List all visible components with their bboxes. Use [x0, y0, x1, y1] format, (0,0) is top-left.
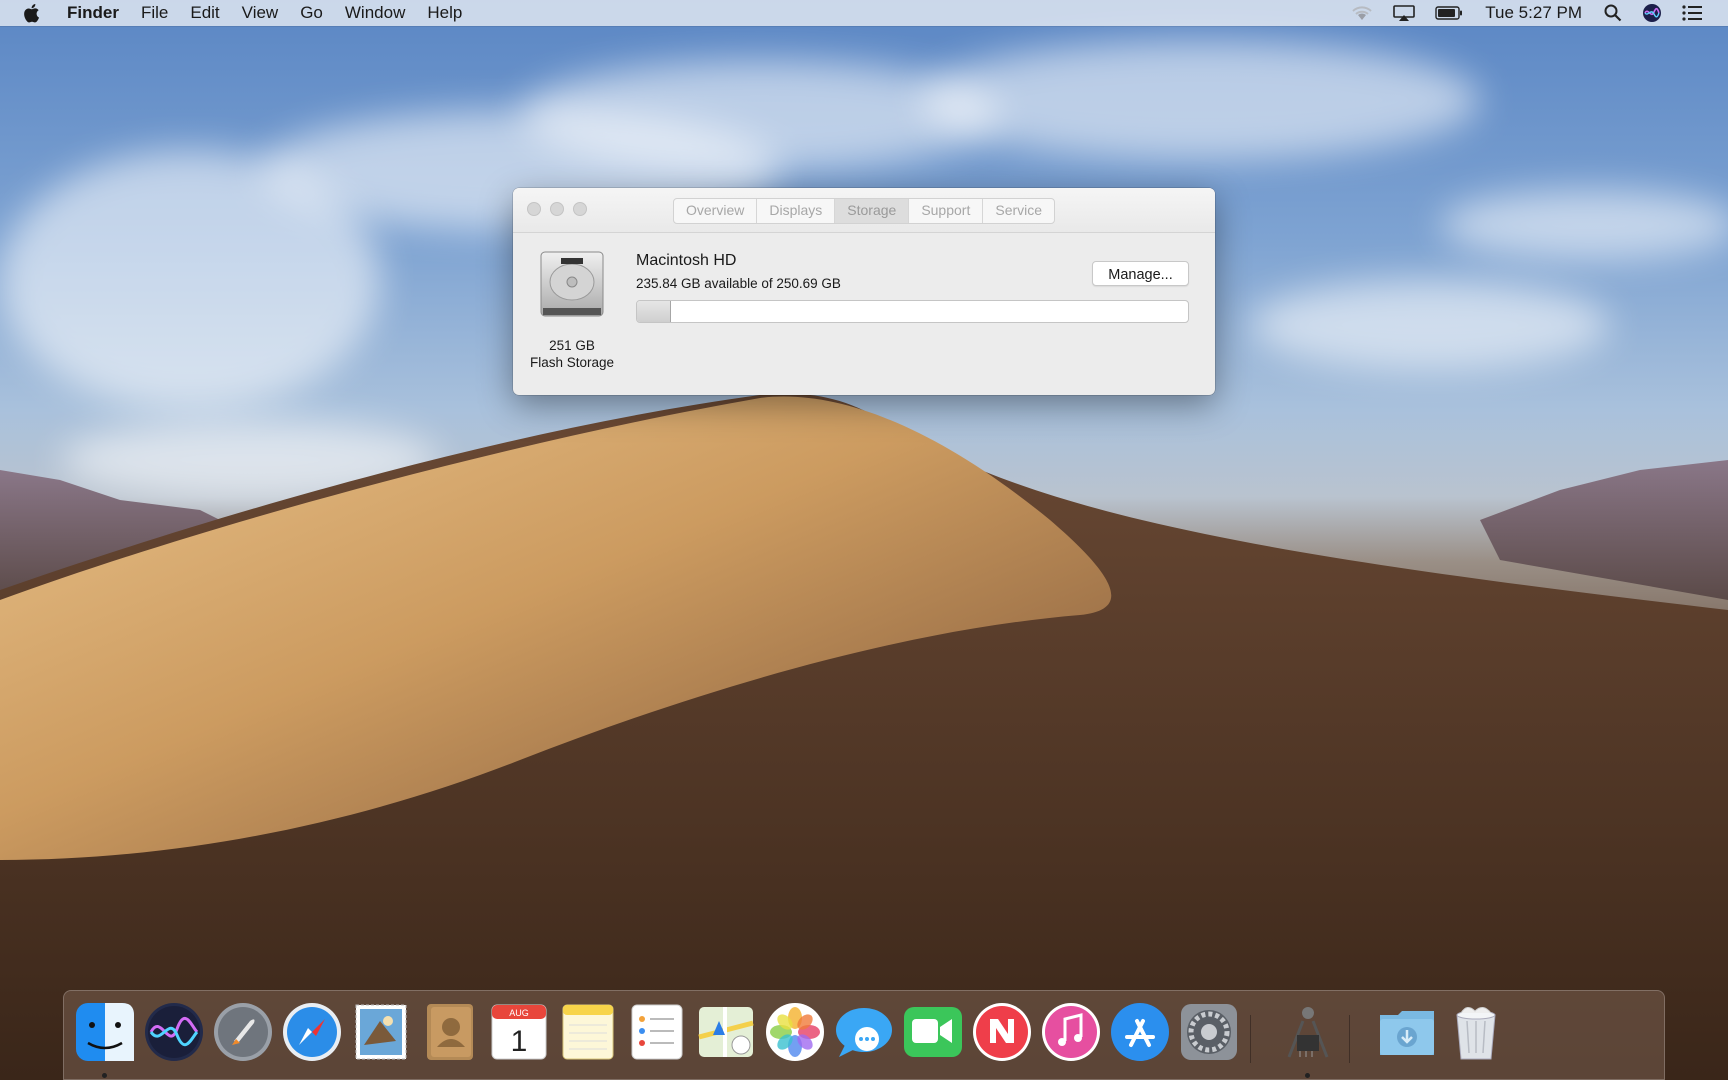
news-icon[interactable]	[971, 1001, 1033, 1063]
dock: AUG 1	[63, 990, 1665, 1080]
messages-icon[interactable]	[833, 1001, 895, 1063]
notification-center-icon[interactable]	[1682, 5, 1702, 21]
maps-icon[interactable]	[695, 1001, 757, 1063]
hard-drive-icon	[540, 251, 604, 317]
about-this-mac-window: Overview Displays Storage Support Servic…	[513, 188, 1215, 395]
contacts-book-icon[interactable]	[419, 1001, 481, 1063]
tab-overview[interactable]: Overview	[674, 199, 756, 223]
menu-window[interactable]: Window	[334, 0, 416, 26]
system-information-icon[interactable]	[1277, 1001, 1339, 1063]
launchpad-rocket-icon[interactable]	[212, 1001, 274, 1063]
manage-button[interactable]: Manage...	[1092, 261, 1189, 286]
close-window-button[interactable]	[527, 202, 541, 216]
dock-running-indicator	[1305, 1073, 1310, 1078]
wifi-icon[interactable]	[1351, 4, 1373, 22]
storage-usage-bar	[636, 300, 1189, 323]
wallpaper-dunes	[0, 393, 1728, 1080]
calendar-day-label: 1	[511, 1025, 528, 1058]
desktop-wallpaper	[0, 0, 1728, 1080]
menu-help[interactable]: Help	[416, 0, 473, 26]
volume-name: Macintosh HD	[636, 252, 737, 269]
menu-clock[interactable]: Tue 5:27 PM	[1485, 3, 1582, 23]
system-preferences-gear-icon[interactable]	[1178, 1001, 1240, 1063]
downloads-folder-icon[interactable]	[1376, 1001, 1438, 1063]
dock-running-indicator	[102, 1073, 107, 1078]
spotlight-search-icon[interactable]	[1604, 4, 1622, 22]
zoom-window-button[interactable]	[573, 202, 587, 216]
finder-icon[interactable]	[74, 1001, 136, 1063]
calendar-icon[interactable]: AUG 1	[488, 1001, 550, 1063]
facetime-icon[interactable]	[902, 1001, 964, 1063]
menu-bar: Finder File Edit View Go Window Help Tue…	[0, 0, 1728, 26]
itunes-music-icon[interactable]	[1040, 1001, 1102, 1063]
minimize-window-button[interactable]	[550, 202, 564, 216]
dock-separator	[1250, 1015, 1251, 1063]
storage-used-segment	[637, 301, 671, 322]
notes-icon[interactable]	[557, 1001, 619, 1063]
battery-icon[interactable]	[1435, 6, 1463, 20]
reminders-icon[interactable]	[626, 1001, 688, 1063]
airplay-icon[interactable]	[1393, 4, 1416, 22]
tab-service[interactable]: Service	[982, 199, 1054, 223]
dock-separator	[1349, 1015, 1350, 1063]
siri-icon[interactable]	[1642, 3, 1662, 23]
volume-available: 235.84 GB available of 250.69 GB	[636, 276, 841, 291]
trash-icon[interactable]	[1445, 1001, 1507, 1063]
apple-logo-icon[interactable]	[22, 2, 42, 24]
tab-bar: Overview Displays Storage Support Servic…	[673, 198, 1056, 224]
menu-file[interactable]: File	[130, 0, 179, 26]
safari-compass-icon[interactable]	[281, 1001, 343, 1063]
tab-storage[interactable]: Storage	[834, 199, 909, 223]
window-titlebar[interactable]: Overview Displays Storage Support Servic…	[513, 188, 1215, 233]
disk-capacity: 251 GB	[549, 338, 595, 353]
mail-stamp-icon[interactable]	[350, 1001, 412, 1063]
tab-support[interactable]: Support	[908, 199, 982, 223]
disk-type: Flash Storage	[529, 355, 615, 370]
siri-icon[interactable]	[143, 1001, 205, 1063]
photos-icon[interactable]	[764, 1001, 826, 1063]
menu-edit[interactable]: Edit	[179, 0, 230, 26]
menu-view[interactable]: View	[231, 0, 290, 26]
menu-go[interactable]: Go	[289, 0, 334, 26]
calendar-month-label: AUG	[509, 1008, 529, 1018]
app-store-icon[interactable]	[1109, 1001, 1171, 1063]
tab-displays[interactable]: Displays	[756, 199, 834, 223]
menu-app-name[interactable]: Finder	[56, 0, 130, 26]
